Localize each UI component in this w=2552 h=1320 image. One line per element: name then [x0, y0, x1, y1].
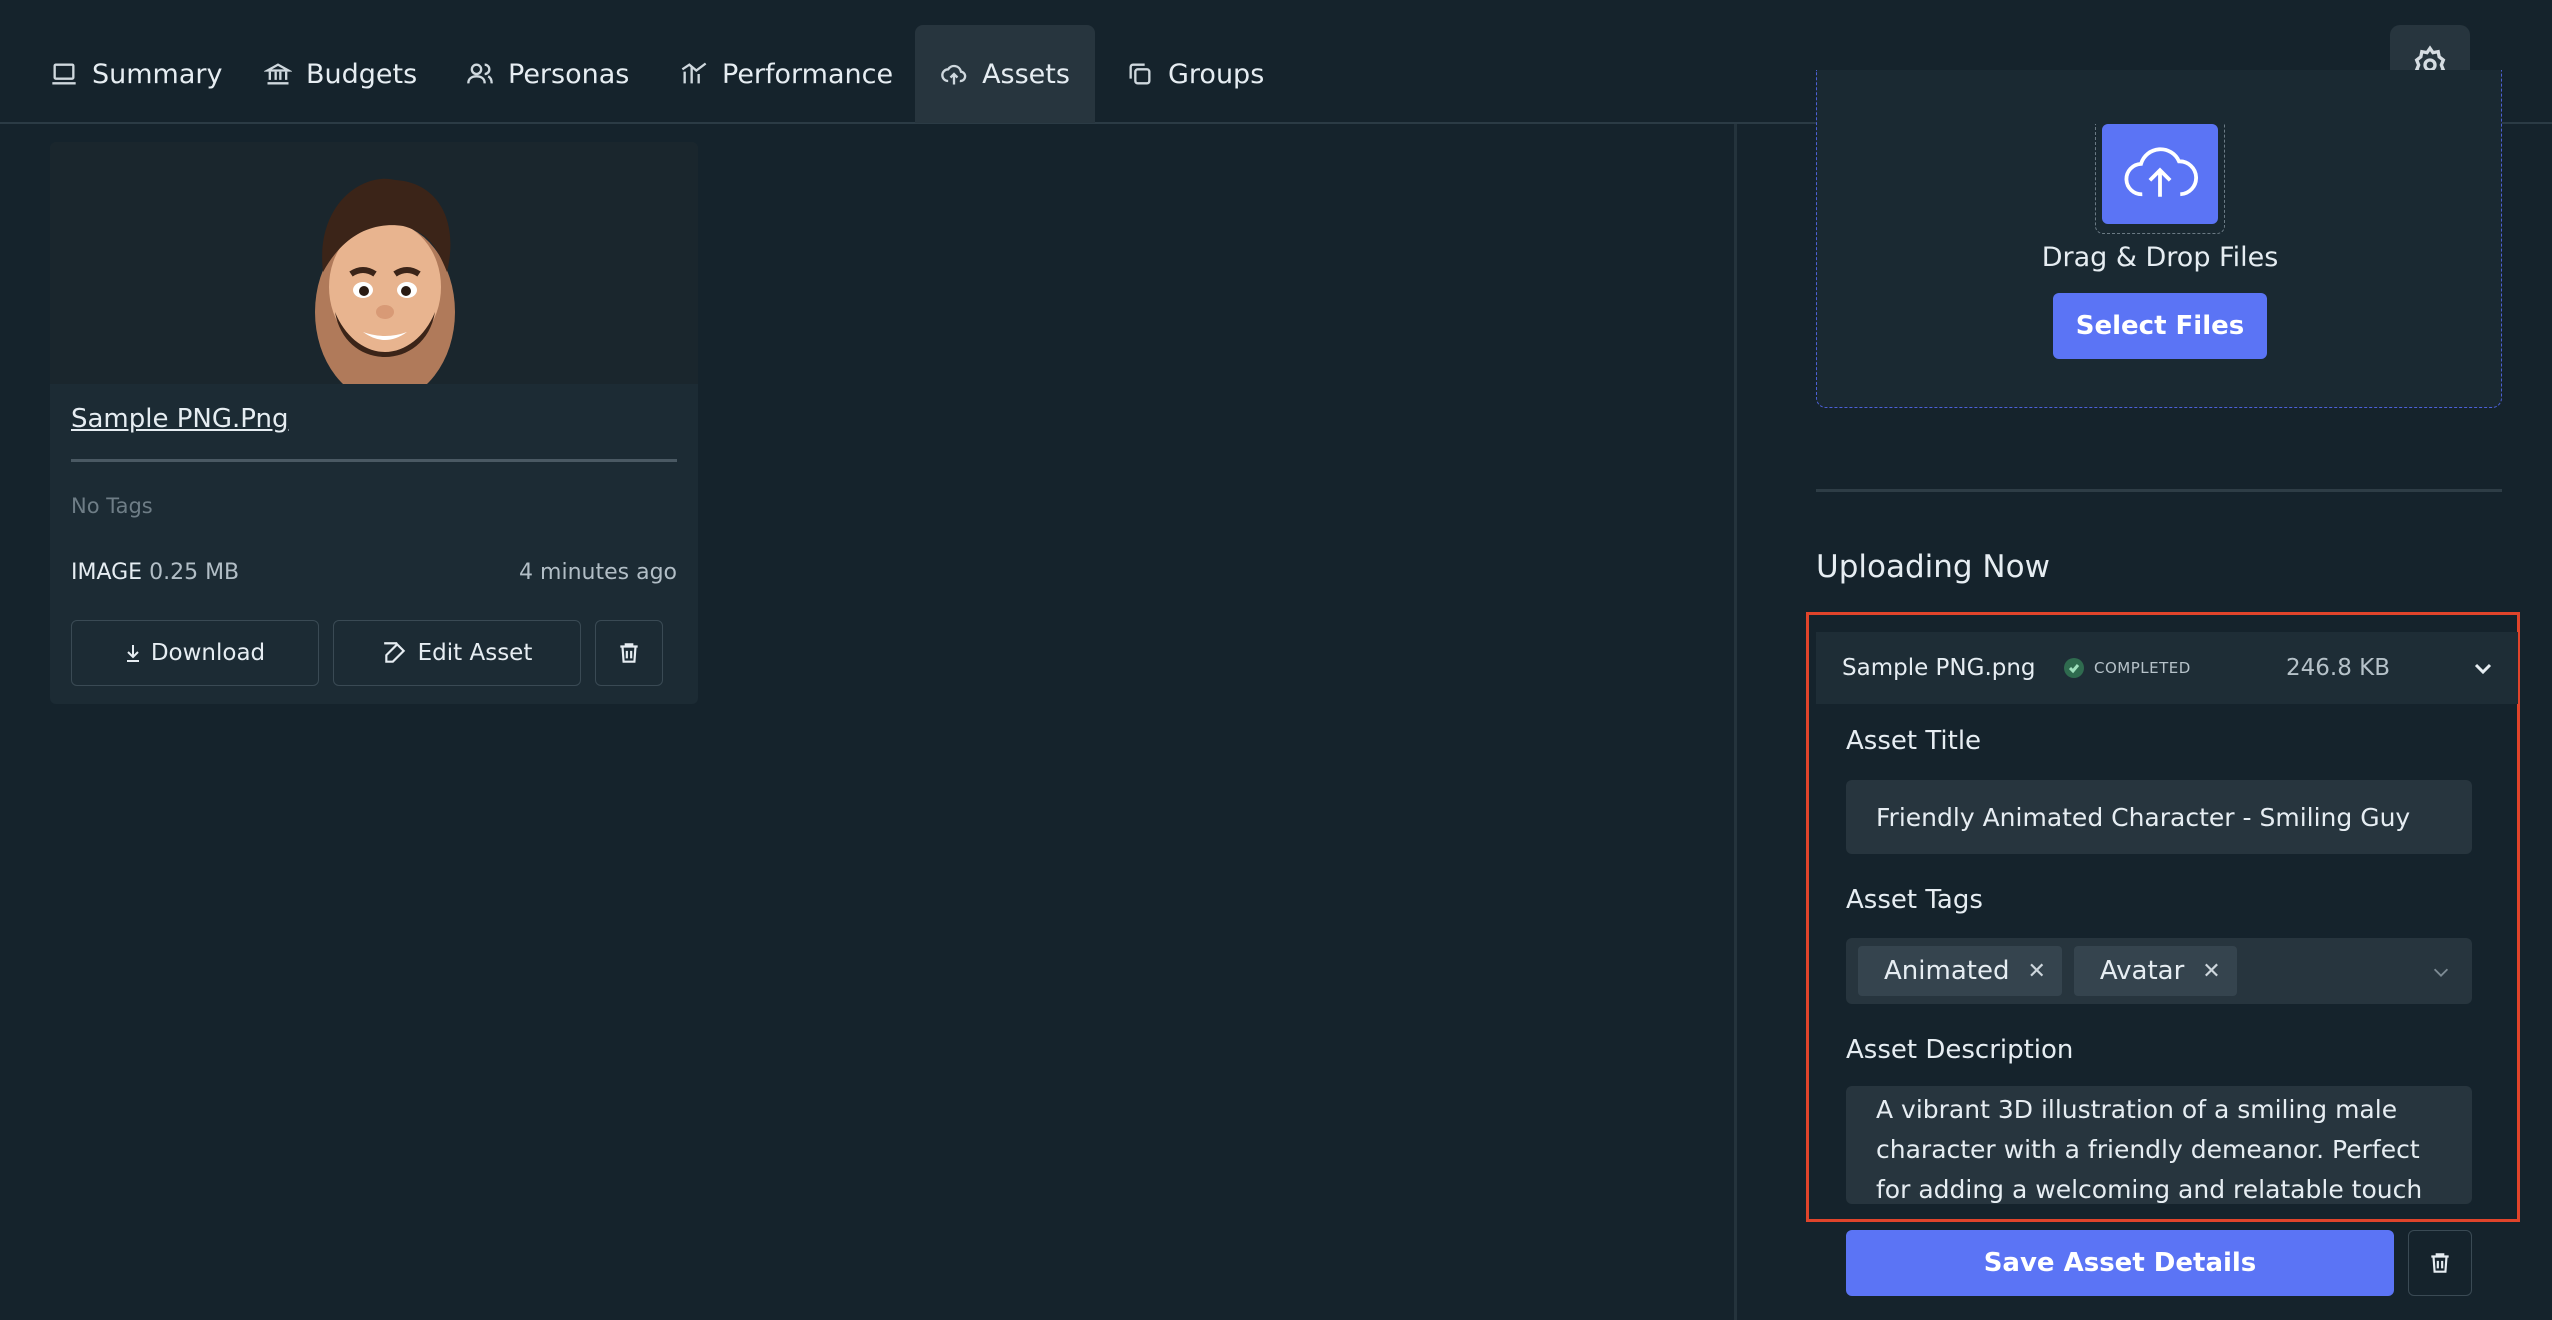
tab-assets[interactable]: Assets	[915, 25, 1095, 123]
tab-performance-label: Performance	[722, 58, 894, 90]
chart-icon	[681, 62, 707, 84]
asset-description-textarea[interactable]: A vibrant 3D illustration of a smiling m…	[1846, 1086, 2472, 1204]
tab-groups[interactable]: Groups	[1112, 25, 1278, 123]
asset-size: 0.25 MB	[149, 560, 240, 585]
save-asset-details-button[interactable]: Save Asset Details	[1846, 1230, 2394, 1296]
download-label: Download	[150, 640, 266, 666]
asset-title-link[interactable]: Sample PNG.Png	[71, 404, 289, 434]
trash-icon	[2431, 1253, 2449, 1273]
tab-budgets[interactable]: Budgets	[250, 25, 431, 123]
tab-summary[interactable]: Summary	[36, 25, 236, 123]
laptop-icon	[52, 63, 76, 85]
upload-status-text: COMPLETED	[2094, 659, 2191, 677]
upload-status: COMPLETED	[2064, 658, 2191, 678]
check-circle-icon	[2064, 658, 2084, 678]
remove-tag-icon[interactable]: ✕	[2202, 959, 2220, 984]
edit-icon	[383, 642, 405, 663]
asset-type-size: IMAGE 0.25 MB	[71, 560, 239, 585]
asset-card: Sample PNG.Png No Tags IMAGE 0.25 MB 4 m…	[50, 142, 698, 704]
asset-type: IMAGE	[71, 560, 143, 585]
bank-icon	[264, 63, 292, 85]
upload-icon-frame	[2095, 124, 2225, 234]
delete-asset-button[interactable]	[595, 620, 663, 686]
avatar-image	[315, 178, 455, 384]
remove-tag-icon[interactable]: ✕	[2027, 959, 2045, 984]
section-divider	[1816, 489, 2502, 492]
asset-title-input[interactable]: Friendly Animated Character - Smiling Gu…	[1846, 780, 2472, 854]
asset-title-label: Asset Title	[1846, 726, 1982, 756]
select-files-button[interactable]: Select Files	[2053, 293, 2267, 359]
tag-chip-label: Avatar	[2099, 956, 2185, 986]
upload-file-size: 246.8 KB	[2286, 655, 2391, 681]
chevron-down-icon[interactable]	[2430, 960, 2452, 989]
tab-assets-label: Assets	[982, 58, 1070, 90]
tab-performance[interactable]: Performance	[666, 25, 907, 123]
tab-personas[interactable]: Personas	[452, 25, 643, 123]
tag-chip-label: Animated	[1884, 956, 2010, 986]
asset-timestamp: 4 minutes ago	[519, 560, 677, 585]
remove-upload-button[interactable]	[2408, 1230, 2472, 1296]
asset-tags-input[interactable]: Animated ✕ Avatar ✕	[1846, 938, 2472, 1004]
copy-icon	[1129, 63, 1151, 85]
asset-tags-label: Asset Tags	[1846, 885, 1983, 915]
cloud-upload-icon	[941, 64, 967, 85]
upload-file-name: Sample PNG.png	[1842, 655, 2036, 681]
tab-summary-label: Summary	[92, 58, 223, 90]
upload-file-row[interactable]: Sample PNG.png COMPLETED 246.8 KB	[1816, 632, 2518, 704]
file-dropzone[interactable]: Drag & Drop Files Select Files	[1816, 70, 2502, 408]
asset-description-label: Asset Description	[1846, 1035, 2074, 1065]
tab-personas-label: Personas	[508, 58, 630, 90]
tab-groups-label: Groups	[1168, 58, 1265, 90]
download-button[interactable]: Download	[71, 620, 319, 686]
card-divider	[71, 459, 677, 462]
tag-chip: Avatar ✕	[2073, 946, 2237, 996]
tab-budgets-label: Budgets	[306, 58, 418, 90]
chevron-down-icon[interactable]	[2471, 656, 2495, 680]
users-icon	[467, 63, 493, 84]
edit-asset-label: Edit Asset	[417, 640, 533, 666]
asset-thumbnail[interactable]	[50, 142, 698, 384]
cloud-upload-icon	[2102, 124, 2218, 224]
download-icon	[126, 645, 139, 662]
asset-title-value: Friendly Animated Character - Smiling Gu…	[1876, 802, 2411, 832]
panel-divider	[1734, 124, 1737, 1320]
uploading-now-heading: Uploading Now	[1816, 549, 2050, 585]
asset-tags-text: No Tags	[71, 494, 153, 518]
asset-description-value: A vibrant 3D illustration of a smiling m…	[1876, 1095, 2423, 1204]
tag-chip: Animated ✕	[1858, 946, 2062, 996]
dropzone-label: Drag & Drop Files	[2041, 242, 2279, 273]
trash-icon	[620, 643, 638, 663]
edit-asset-button[interactable]: Edit Asset	[333, 620, 581, 686]
